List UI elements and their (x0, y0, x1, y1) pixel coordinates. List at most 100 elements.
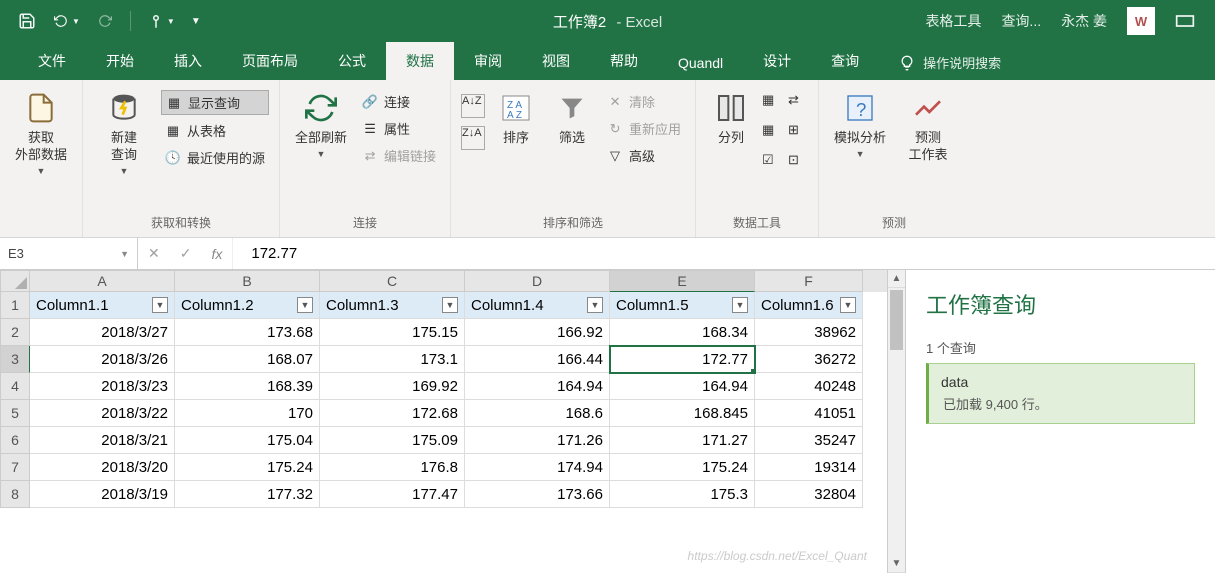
scroll-thumb[interactable] (890, 290, 903, 350)
row-header[interactable]: 7 (0, 454, 30, 481)
cell[interactable]: 168.39 (175, 373, 320, 400)
table-header-cell[interactable]: Column1.4▼ (465, 292, 610, 319)
column-header[interactable]: C (320, 270, 465, 292)
row-header[interactable]: 5 (0, 400, 30, 427)
new-query-button[interactable]: 新建 查询 ▼ (93, 84, 155, 177)
table-header-cell[interactable]: Column1.2▼ (175, 292, 320, 319)
column-header[interactable]: A (30, 270, 175, 292)
cell[interactable]: 164.94 (610, 373, 755, 400)
recent-sources-button[interactable]: 🕓最近使用的源 (161, 146, 269, 169)
tab-formulas[interactable]: 公式 (318, 42, 386, 80)
cell[interactable]: 175.04 (175, 427, 320, 454)
fx-icon[interactable]: fx (211, 246, 222, 262)
tab-quandl[interactable]: Quandl (658, 46, 743, 80)
select-all-corner[interactable] (0, 270, 30, 292)
consolidate-icon[interactable]: ⇄ (788, 92, 808, 112)
clear-filter-button[interactable]: ✕清除 (603, 90, 685, 113)
cell[interactable]: 2018/3/21 (30, 427, 175, 454)
user-name[interactable]: 永杰 姜 (1061, 11, 1107, 31)
cell[interactable]: 35247 (755, 427, 863, 454)
cell[interactable]: 175.09 (320, 427, 465, 454)
cell[interactable]: 173.1 (320, 346, 465, 373)
customize-qat-icon[interactable]: ▼ (191, 16, 201, 27)
filter-dropdown-icon[interactable]: ▼ (732, 297, 748, 313)
edit-links-button[interactable]: ⇄编辑链接 (358, 144, 440, 167)
undo-icon[interactable]: ▼ (52, 14, 80, 28)
tab-file[interactable]: 文件 (18, 42, 86, 80)
tell-me-search[interactable]: 操作说明搜索 (899, 53, 1001, 80)
connections-button[interactable]: 🔗连接 (358, 90, 440, 113)
cell[interactable]: 168.845 (610, 400, 755, 427)
query-item[interactable]: data 已加载 9,400 行。 (926, 363, 1195, 424)
show-queries-button[interactable]: ▦显示查询 (161, 90, 269, 115)
enter-icon[interactable]: ✓ (180, 245, 192, 262)
reapply-button[interactable]: ↻重新应用 (603, 117, 685, 140)
cell[interactable]: 2018/3/22 (30, 400, 175, 427)
filter-dropdown-icon[interactable]: ▼ (152, 297, 168, 313)
scroll-up-icon[interactable]: ▲ (888, 270, 905, 288)
sort-button[interactable]: Z AA Z 排序 (491, 84, 541, 147)
cell[interactable]: 2018/3/23 (30, 373, 175, 400)
cell[interactable]: 177.32 (175, 481, 320, 508)
tab-data[interactable]: 数据 (386, 42, 454, 80)
advanced-filter-button[interactable]: ▽高级 (603, 144, 685, 167)
cell[interactable]: 166.44 (465, 346, 610, 373)
save-icon[interactable] (18, 12, 36, 30)
table-header-cell[interactable]: Column1.5▼ (610, 292, 755, 319)
cell[interactable]: 168.6 (465, 400, 610, 427)
formula-input[interactable]: 172.77 (233, 245, 1215, 262)
column-header[interactable]: F (755, 270, 863, 292)
row-header[interactable]: 8 (0, 481, 30, 508)
row-header[interactable]: 2 (0, 319, 30, 346)
manage-model-icon[interactable]: ⊡ (788, 152, 808, 172)
tab-page-layout[interactable]: 页面布局 (222, 42, 318, 80)
cell[interactable]: 168.07 (175, 346, 320, 373)
cell[interactable]: 171.27 (610, 427, 755, 454)
tab-view[interactable]: 视图 (522, 42, 590, 80)
row-header[interactable]: 1 (0, 292, 30, 319)
cell[interactable]: 173.66 (465, 481, 610, 508)
cell[interactable]: 175.24 (610, 454, 755, 481)
row-header[interactable]: 3 (0, 346, 30, 373)
properties-button[interactable]: ☰属性 (358, 117, 440, 140)
column-header[interactable]: E (610, 270, 755, 292)
cell[interactable]: 40248 (755, 373, 863, 400)
name-box[interactable]: E3▼ (0, 238, 138, 269)
cell[interactable]: 166.92 (465, 319, 610, 346)
worksheet-grid[interactable]: ABCDEF 1Column1.1▼Column1.2▼Column1.3▼Co… (0, 270, 887, 573)
ribbon-display-icon[interactable] (1175, 14, 1195, 28)
tab-design[interactable]: 设计 (743, 42, 811, 80)
cell[interactable]: 2018/3/27 (30, 319, 175, 346)
cell[interactable]: 172.68 (320, 400, 465, 427)
remove-duplicates-icon[interactable]: ▦ (762, 122, 782, 142)
sort-asc-icon[interactable]: A↓Z (461, 94, 485, 118)
cell[interactable]: 175.3 (610, 481, 755, 508)
row-header[interactable]: 4 (0, 373, 30, 400)
vertical-scrollbar[interactable]: ▲ ▼ (887, 270, 905, 573)
cell[interactable]: 175.24 (175, 454, 320, 481)
filter-dropdown-icon[interactable]: ▼ (587, 297, 603, 313)
cell[interactable]: 173.68 (175, 319, 320, 346)
whatif-button[interactable]: ? 模拟分析 ▼ (829, 84, 891, 161)
cell[interactable]: 32804 (755, 481, 863, 508)
cell[interactable]: 2018/3/26 (30, 346, 175, 373)
table-header-cell[interactable]: Column1.3▼ (320, 292, 465, 319)
relationships-icon[interactable]: ⊞ (788, 122, 808, 142)
forecast-sheet-button[interactable]: 预测 工作表 (897, 84, 959, 164)
table-header-cell[interactable]: Column1.1▼ (30, 292, 175, 319)
cell[interactable]: 164.94 (465, 373, 610, 400)
table-header-cell[interactable]: Column1.6▼ (755, 292, 863, 319)
cell[interactable]: 2018/3/19 (30, 481, 175, 508)
tab-home[interactable]: 开始 (86, 42, 154, 80)
cell[interactable]: 36272 (755, 346, 863, 373)
filter-dropdown-icon[interactable]: ▼ (840, 297, 856, 313)
sort-desc-icon[interactable]: Z↓A (461, 126, 485, 150)
column-header[interactable]: D (465, 270, 610, 292)
filter-dropdown-icon[interactable]: ▼ (297, 297, 313, 313)
cell[interactable]: 168.34 (610, 319, 755, 346)
get-external-data-button[interactable]: 获取 外部数据 ▼ (10, 84, 72, 177)
cell[interactable]: 171.26 (465, 427, 610, 454)
cell[interactable]: 177.47 (320, 481, 465, 508)
cell[interactable]: 2018/3/20 (30, 454, 175, 481)
filter-button[interactable]: 筛选 (547, 84, 597, 147)
